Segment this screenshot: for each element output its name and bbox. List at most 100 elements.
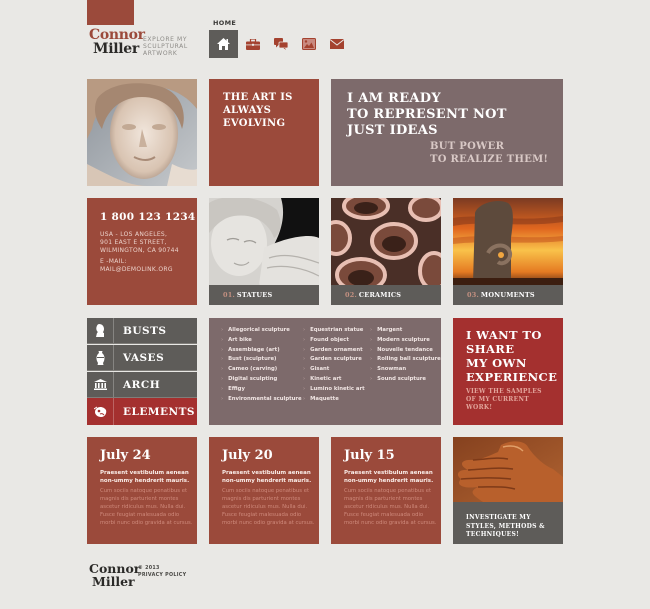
art-evolving-tile: THE ART IS ALWAYS EVOLVING — [209, 79, 319, 186]
tagline-line: EXPLORE MY — [143, 36, 188, 43]
list-item[interactable]: Found object — [303, 336, 365, 346]
news-card[interactable]: July 20 Praesent vestibulum aenean non-u… — [209, 437, 319, 544]
investigate-caption: INVESTIGATE MY STYLES, METHODS & TECHNIQ… — [453, 502, 563, 544]
list-item[interactable]: Gisant — [303, 365, 365, 375]
clay-hands-photo — [453, 437, 563, 502]
news-date: July 24 — [100, 448, 151, 463]
briefcase-icon — [246, 38, 260, 50]
list-item[interactable]: Bust (sculpture) — [221, 355, 302, 365]
category-caption: 03. MONUMENTS — [453, 285, 563, 305]
statues-photo — [209, 198, 319, 285]
category-caption: 02. CERAMICS — [331, 285, 441, 305]
contact-tile: 1 800 123 1234 USA - LOS ANGELES, 901 EA… — [87, 198, 197, 305]
category-caption: 01. STATUES — [209, 285, 319, 305]
menu-item-elements[interactable]: ELEMENTS — [87, 398, 197, 425]
gallery-image-icon — [302, 38, 316, 50]
temple-arch-icon — [93, 379, 107, 390]
news-body: Cum sociis natoque penatibus et magnis d… — [222, 488, 315, 526]
nav-blog-button[interactable] — [273, 37, 289, 51]
news-body: Cum sociis natoque penatibus et magnis d… — [344, 488, 437, 526]
list-item[interactable]: Modern sculpture — [370, 336, 441, 346]
footer-last-name: Miller — [92, 574, 135, 589]
list-item[interactable]: Garden ornament — [303, 346, 365, 356]
logo-last-name: Miller — [93, 41, 139, 57]
news-lead[interactable]: Praesent vestibulum aenean non-ummy hend… — [100, 470, 192, 485]
ceramics-photo — [331, 198, 441, 285]
nav-active-label: HOME — [213, 19, 237, 27]
list-item[interactable]: Rolling ball sculpture — [370, 355, 441, 365]
elements-icon — [93, 406, 106, 417]
news-body: Cum sociis natoque penatibus et magnis d… — [100, 488, 193, 526]
menu-item-label: ELEMENTS — [123, 405, 196, 418]
category-card-statues[interactable]: 01. STATUES — [209, 198, 319, 305]
investigate-tile[interactable]: INVESTIGATE MY STYLES, METHODS & TECHNIQ… — [453, 437, 563, 544]
monuments-photo — [453, 198, 563, 285]
marble-bust-photo — [87, 79, 197, 186]
nav-gallery-button[interactable] — [301, 37, 317, 51]
news-card[interactable]: July 24 Praesent vestibulum aenean non-u… — [87, 437, 197, 544]
contact-phone: 1 800 123 1234 — [100, 211, 196, 223]
home-icon — [217, 38, 230, 50]
logo-first-name: Connor — [89, 27, 145, 43]
nav-contact-button[interactable] — [329, 37, 345, 51]
news-date: July 20 — [222, 448, 273, 463]
footer-logo[interactable]: Connor Miller — [89, 562, 140, 588]
sculpture-list-column-1: Allegorical sculpture Art bike Assemblag… — [221, 326, 302, 404]
list-item[interactable]: Cameo (carving) — [221, 365, 302, 375]
bust-photo-tile — [87, 79, 197, 186]
contact-email-link[interactable]: MAIL@DEMOLINK.ORG — [100, 266, 173, 274]
list-item[interactable]: Snowman — [370, 365, 441, 375]
menu-item-label: VASES — [123, 351, 165, 364]
footer-meta: © 2013 PRIVACY POLICY — [138, 565, 186, 579]
news-card[interactable]: July 15 Praesent vestibulum aenean non-u… — [331, 437, 441, 544]
category-card-ceramics[interactable]: 02. CERAMICS — [331, 198, 441, 305]
logo[interactable]: Connor Miller — [89, 28, 145, 56]
mission-statement-tile: I AM READY TO REPRESENT NOT JUST IDEAS B… — [331, 79, 563, 186]
list-item[interactable]: Assemblage (art) — [221, 346, 302, 356]
nav-portfolio-button[interactable] — [245, 37, 261, 51]
list-item[interactable]: Environmental sculpture — [221, 395, 302, 405]
list-item[interactable]: Effigy — [221, 385, 302, 395]
list-item[interactable]: Art bike — [221, 336, 302, 346]
sculpture-types-list: Allegorical sculpture Art bike Assemblag… — [209, 318, 441, 425]
menu-item-label: BUSTS — [123, 324, 167, 337]
art-evolving-heading: THE ART IS ALWAYS EVOLVING — [223, 92, 293, 129]
privacy-policy-link[interactable]: PRIVACY POLICY — [138, 572, 186, 579]
copyright: © 2013 — [138, 566, 160, 571]
contact-email-label: E -MAIL: — [100, 258, 127, 265]
list-item[interactable]: Sound sculpture — [370, 375, 441, 385]
contact-email-block: E -MAIL: MAIL@DEMOLINK.ORG — [100, 258, 173, 274]
category-card-monuments[interactable]: 03. MONUMENTS — [453, 198, 563, 305]
list-item[interactable]: Equestrian statue — [303, 326, 365, 336]
news-lead[interactable]: Praesent vestibulum aenean non-ummy hend… — [344, 470, 436, 485]
list-item[interactable]: Allegorical sculpture — [221, 326, 302, 336]
list-item[interactable]: Kinetic art — [303, 375, 365, 385]
tagline-line: SCULPTURAL — [143, 43, 188, 50]
list-item[interactable]: Margent — [370, 326, 441, 336]
list-item[interactable]: Digital sculpting — [221, 375, 302, 385]
tagline: EXPLORE MY SCULPTURAL ARTWORK — [143, 36, 203, 57]
bust-icon — [96, 324, 104, 337]
share-experience-tile: I WANT TO SHARE MY OWN EXPERIENCE VIEW T… — [453, 318, 563, 425]
contact-address: USA - LOS ANGELES, 901 EAST E STREET, WI… — [100, 231, 179, 254]
envelope-icon — [330, 39, 344, 49]
menu-item-arch[interactable]: ARCH — [87, 372, 197, 398]
news-lead[interactable]: Praesent vestibulum aenean non-ummy hend… — [222, 470, 314, 485]
vase-icon — [96, 350, 104, 365]
menu-item-label: ARCH — [123, 378, 161, 391]
sculpture-list-column-3: Margent Modern sculpture Nouvelle tendan… — [370, 326, 441, 385]
share-heading: I WANT TO SHARE MY OWN EXPERIENCE — [466, 328, 558, 384]
sculpture-list-column-2: Equestrian statue Found object Garden or… — [303, 326, 365, 404]
view-samples-link[interactable]: VIEW THE SAMPLES OF MY CURRENT WORK! — [466, 388, 542, 412]
list-item[interactable]: Garden sculpture — [303, 355, 365, 365]
category-menu: BUSTS VASES ARCH ELEMENTS — [87, 318, 197, 425]
list-item[interactable]: Nouvelle tendance — [370, 346, 441, 356]
investigate-text: INVESTIGATE MY STYLES, METHODS & TECHNIQ… — [466, 514, 545, 538]
menu-item-busts[interactable]: BUSTS — [87, 318, 197, 344]
news-date: July 15 — [344, 448, 395, 463]
tagline-line: ARTWORK — [143, 50, 178, 57]
nav-home-button[interactable] — [209, 30, 238, 58]
list-item[interactable]: Maquette — [303, 395, 365, 405]
list-item[interactable]: Lumino kinetic art — [303, 385, 365, 395]
menu-item-vases[interactable]: VASES — [87, 345, 197, 371]
